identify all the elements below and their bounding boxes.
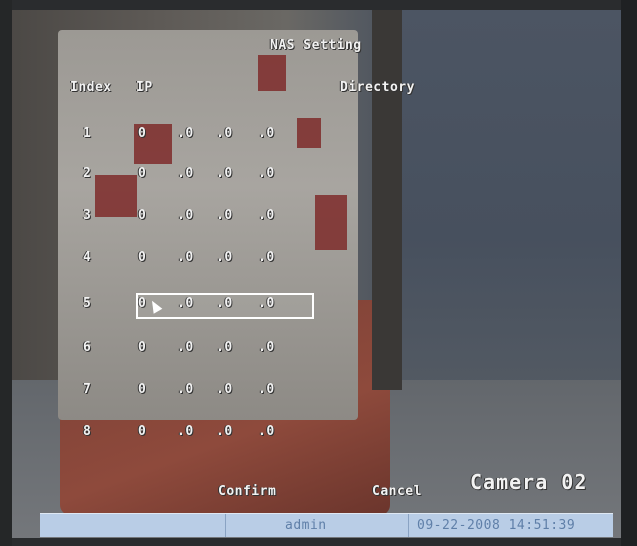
camera-label: Camera 02 xyxy=(470,470,588,494)
ip-octet-1[interactable]: 0 xyxy=(138,340,146,355)
ip-octet-2[interactable]: .0 xyxy=(177,340,194,355)
ip-octet-1[interactable]: 0 xyxy=(138,382,146,397)
header-ip: IP xyxy=(136,80,153,95)
cancel-button[interactable]: Cancel xyxy=(372,484,422,499)
table-row: 4 0 .0 .0 .0 xyxy=(0,250,637,274)
table-row: 3 0 .0 .0 .0 xyxy=(0,208,637,232)
ip-octet-3[interactable]: .0 xyxy=(216,340,233,355)
ip-octet-4[interactable]: .0 xyxy=(258,340,275,355)
dialog-title: NAS Setting xyxy=(270,38,362,53)
nas-setting-dialog: NAS Setting Index IP Directory 1 0.0.0.0 2… xyxy=(0,0,637,546)
ip-octet-2[interactable]: .0 xyxy=(177,382,194,397)
row-index: 3 xyxy=(83,208,92,223)
ip-octet-3[interactable]: .0 xyxy=(216,250,233,265)
status-datetime: 09-22-2008 14:51:39 xyxy=(417,518,576,533)
ip-octet-3[interactable]: .0 xyxy=(216,126,233,141)
row-index: 5 xyxy=(83,296,92,311)
ip-octet-3[interactable]: .0 xyxy=(216,424,233,439)
status-divider xyxy=(408,514,409,537)
ip-octet-3[interactable]: .0 xyxy=(216,166,233,181)
ip-octet-4[interactable]: .0 xyxy=(258,126,275,141)
header-directory: Directory xyxy=(340,80,415,95)
table-row: 7 0 .0 .0 .0 xyxy=(0,382,637,406)
row-index: 7 xyxy=(83,382,92,397)
confirm-button[interactable]: Confirm xyxy=(218,484,276,499)
ip-octet-4[interactable]: .0 xyxy=(258,250,275,265)
ip-octet-2[interactable]: .0 xyxy=(177,208,194,223)
table-row: 8 0 .0 .0 .0 xyxy=(0,424,637,448)
ip-octet-4[interactable]: .0 xyxy=(258,166,275,181)
row-index: 8 xyxy=(83,424,92,439)
row-index: 1 xyxy=(83,126,92,141)
status-bar: admin 09-22-2008 14:51:39 xyxy=(40,513,613,537)
ip-octet-3[interactable]: .0 xyxy=(216,208,233,223)
ip-octet-1[interactable]: 0 xyxy=(138,166,146,181)
ip-octet-4[interactable]: .0 xyxy=(258,382,275,397)
ip-octet-4[interactable]: .0 xyxy=(258,424,275,439)
table-row: 1 0 .0 .0 .0 xyxy=(0,126,637,150)
header-index: Index xyxy=(70,80,112,95)
table-row: 6 0 .0 .0 .0 xyxy=(0,340,637,364)
ip-octet-3[interactable]: .0 xyxy=(216,382,233,397)
ip-octet-1[interactable]: 0 xyxy=(138,126,146,141)
table-row: 5 0.0.0.0 xyxy=(0,296,637,320)
status-user: admin xyxy=(285,518,327,533)
table-row: 2 0 .0 .0 .0 xyxy=(0,166,637,190)
status-divider xyxy=(225,514,226,537)
ip-input-selected[interactable] xyxy=(136,293,314,319)
ip-octet-1[interactable]: 0 xyxy=(138,250,146,265)
ip-octet-4[interactable]: .0 xyxy=(258,208,275,223)
ip-octet-1[interactable]: 0 xyxy=(138,424,146,439)
ip-octet-2[interactable]: .0 xyxy=(177,126,194,141)
ip-octet-2[interactable]: .0 xyxy=(177,424,194,439)
row-index: 6 xyxy=(83,340,92,355)
row-index: 2 xyxy=(83,166,92,181)
ip-octet-1[interactable]: 0 xyxy=(138,208,146,223)
row-index: 4 xyxy=(83,250,92,265)
ip-octet-2[interactable]: .0 xyxy=(177,250,194,265)
ip-octet-2[interactable]: .0 xyxy=(177,166,194,181)
